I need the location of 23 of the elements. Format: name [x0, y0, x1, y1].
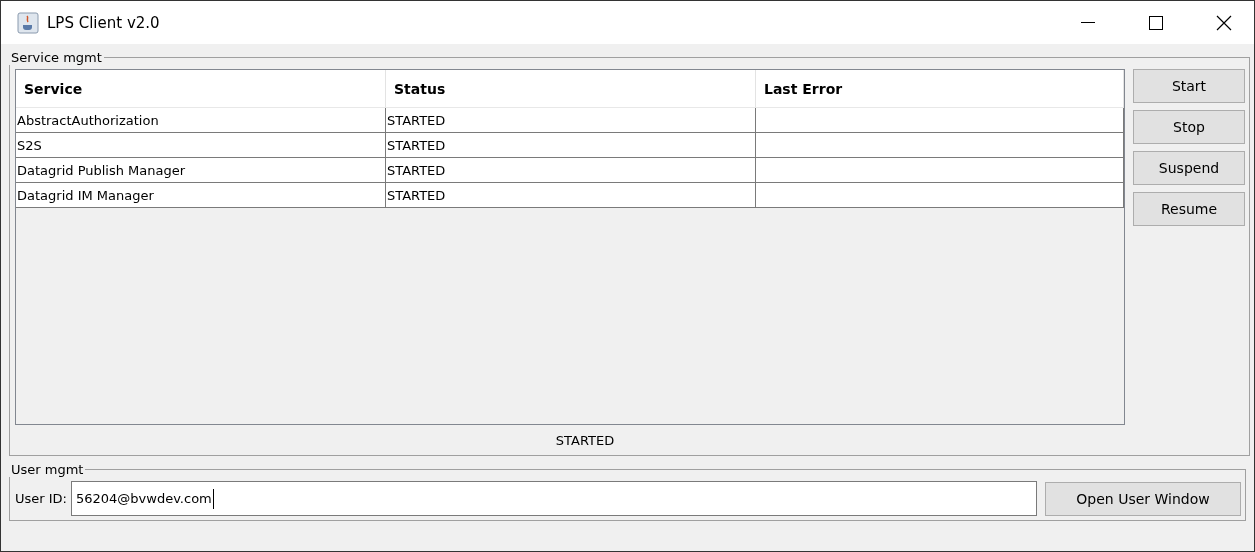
- java-cup-icon: [17, 11, 39, 34]
- table-cell: STARTED: [386, 158, 756, 183]
- table-cell: Datagrid Publish Manager: [16, 158, 386, 183]
- table-cell: STARTED: [386, 108, 756, 133]
- user-id-label: User ID:: [15, 491, 67, 506]
- action-button[interactable]: Resume: [1133, 192, 1245, 226]
- window-title: LPS Client v2.0: [47, 13, 161, 32]
- action-button[interactable]: Start: [1133, 69, 1245, 103]
- column-header[interactable]: Service: [16, 70, 386, 108]
- table-cell: Datagrid IM Manager: [16, 183, 386, 208]
- table-cell: S2S: [16, 133, 386, 158]
- column-header[interactable]: Last Error: [756, 70, 1124, 108]
- table-cell: STARTED: [386, 183, 756, 208]
- open-user-window-button[interactable]: Open User Window: [1045, 481, 1241, 516]
- panel-title: Service mgmt: [10, 50, 103, 65]
- table-cell: STARTED: [386, 133, 756, 158]
- user-id-field[interactable]: 56204@bvwdev.com: [71, 481, 1037, 516]
- table-cell: AbstractAuthorization: [16, 108, 386, 133]
- panel-title: User mgmt: [10, 462, 85, 477]
- column-header[interactable]: Status: [386, 70, 756, 108]
- action-button[interactable]: Suspend: [1133, 151, 1245, 185]
- status-text: STARTED: [555, 433, 616, 448]
- action-button[interactable]: Stop: [1133, 110, 1245, 144]
